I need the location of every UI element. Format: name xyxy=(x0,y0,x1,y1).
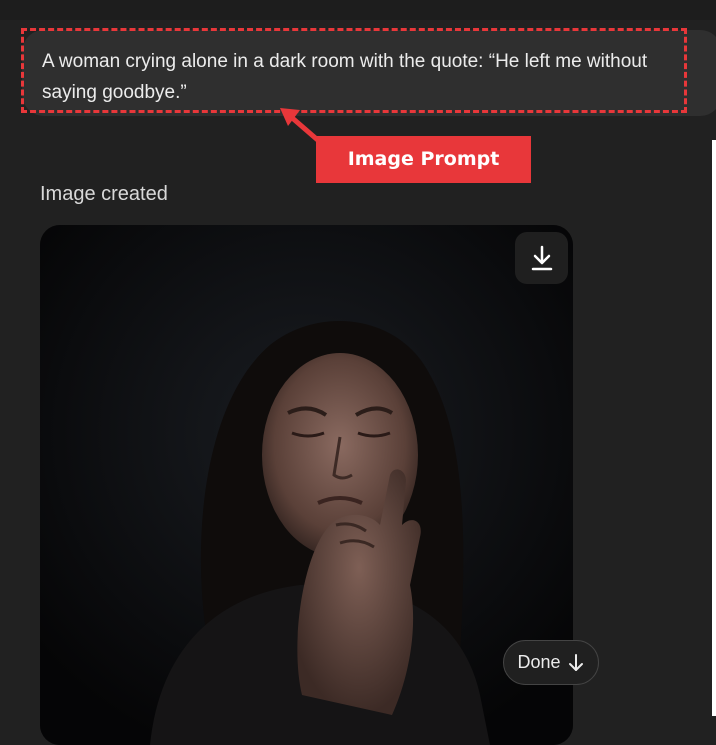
prompt-text: A woman crying alone in a dark room with… xyxy=(42,51,648,103)
generated-image[interactable] xyxy=(40,225,573,745)
download-button[interactable] xyxy=(515,232,568,284)
right-panel-edge xyxy=(712,140,716,716)
user-prompt-bubble: A woman crying alone in a dark room with… xyxy=(22,30,716,116)
portrait-image xyxy=(40,225,573,745)
arrow-down-icon xyxy=(568,653,583,671)
download-icon xyxy=(531,245,552,271)
top-edge xyxy=(0,0,716,20)
annotation-label: Image Prompt xyxy=(316,136,531,183)
done-label: Done xyxy=(517,652,561,672)
image-created-status: Image created xyxy=(40,183,168,205)
scroll-to-bottom-button[interactable]: Done xyxy=(503,640,599,685)
